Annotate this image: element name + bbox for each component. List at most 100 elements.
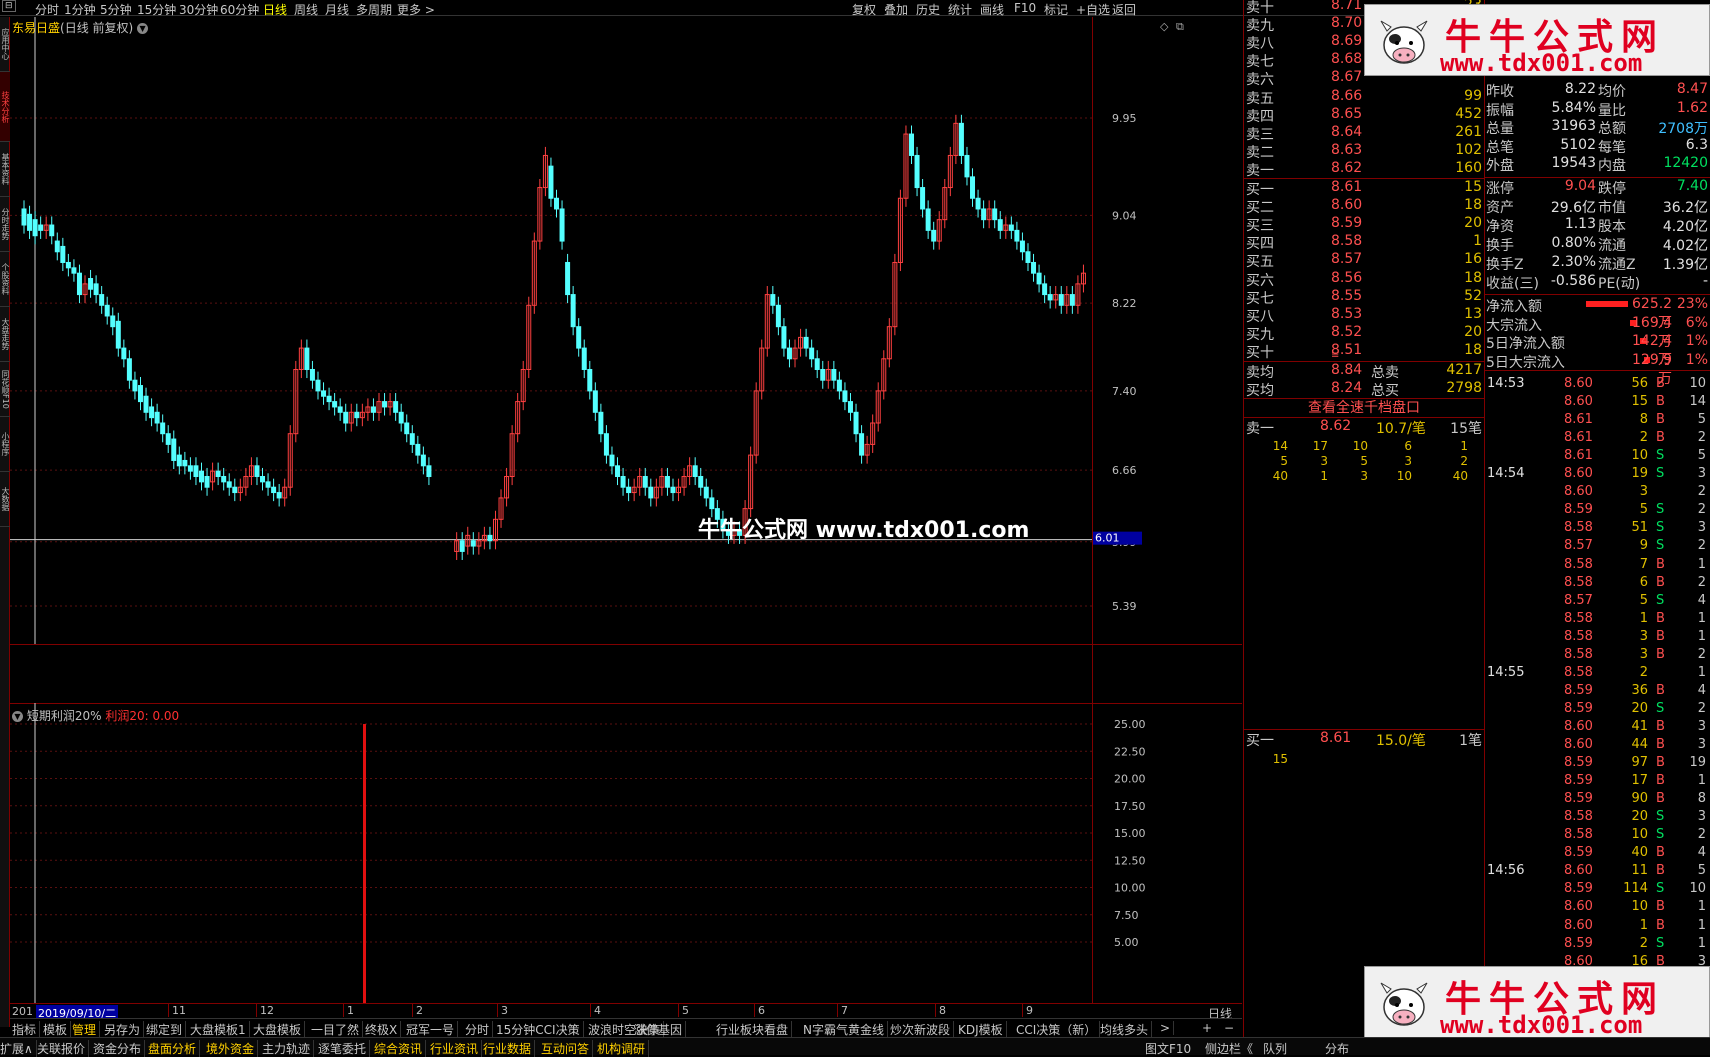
template-tab[interactable]: N字霸气黄金线 (803, 1021, 888, 1038)
period-tab[interactable]: 多周期 (356, 1, 392, 18)
tick-count: 1 (1697, 556, 1706, 572)
order-row[interactable]: 买七 8.55 52 (1246, 288, 1482, 307)
order-row[interactable]: 买十 8.51 18 (1246, 342, 1482, 361)
bottom-link[interactable]: 行业数据 (483, 1040, 536, 1057)
order-row[interactable]: 卖四 8.65 452 (1246, 106, 1482, 125)
tick-volume: 97 (1631, 755, 1648, 771)
toolbar-button[interactable]: 叠加 (884, 1, 908, 18)
order-row[interactable]: 买四 8.58 1 (1246, 233, 1482, 252)
template-tab[interactable]: 均线多头 (1100, 1021, 1153, 1038)
template-tab[interactable]: CCI决策（新） (1016, 1021, 1101, 1038)
period-tab[interactable]: 5分钟 (100, 1, 132, 18)
left-tab[interactable]: 大盘走势 (0, 307, 10, 362)
template-tab[interactable]: 涨停基因 (634, 1021, 687, 1038)
order-row[interactable]: 买一 8.61 15 (1246, 179, 1482, 198)
candle-body (260, 476, 266, 483)
template-tab[interactable]: 大盘模板 (253, 1021, 306, 1038)
chevron-down-icon[interactable]: ▼ (12, 711, 23, 722)
period-tab[interactable]: 1分钟 (64, 1, 96, 18)
toolbar-button[interactable]: 统计 (948, 1, 972, 18)
candle-body (38, 224, 44, 231)
bottom-link[interactable]: 盘面分析 (148, 1040, 201, 1057)
bottom-links-bar: 扩展∧ 关联报价 资金分布 盘面分析 境外资金 主力轨迹 逐笔委托 综合资讯 行业资讯 行业数据互… (0, 1037, 1710, 1057)
bottom-link[interactable]: 行业资讯 (430, 1040, 483, 1057)
zoom-in-button[interactable]: + (1202, 1021, 1212, 1035)
order-row[interactable]: 买三 8.59 20 (1246, 215, 1482, 234)
template-tab[interactable]: 指标 (12, 1021, 41, 1038)
bottom-link[interactable]: 逐笔委托 (318, 1040, 371, 1057)
toolbar-button[interactable]: +自选 (1076, 1, 1110, 18)
template-tab[interactable]: 终极X (365, 1021, 402, 1038)
toolbar-button[interactable]: F10 (1014, 1, 1036, 15)
order-row[interactable]: 买八 8.53 13 (1246, 306, 1482, 325)
template-tab[interactable]: KDJ模板 (958, 1021, 1007, 1038)
order-row[interactable]: 买二 8.60 18 (1246, 197, 1482, 216)
template-tab[interactable]: 模板 (43, 1021, 72, 1038)
toolbar-button[interactable]: 历史 (916, 1, 940, 18)
bottom-link[interactable]: 扩展∧ (0, 1040, 37, 1057)
left-tab[interactable]: 技术分析 (0, 72, 10, 142)
bottom-link[interactable]: 互动问答 (541, 1040, 594, 1057)
window-toggle-icon[interactable]: ⧉ (1176, 20, 1184, 34)
order-row[interactable]: 买五 8.57 16 (1246, 251, 1482, 270)
bottom-right-link[interactable]: 侧边栏《 (1205, 1040, 1253, 1057)
period-tab[interactable]: 60分钟 (220, 1, 259, 18)
bottom-link[interactable]: 机构调研 (597, 1040, 650, 1057)
bottom-link[interactable]: 主力轨迹 (262, 1040, 315, 1057)
template-tab[interactable]: 分时 (465, 1021, 494, 1038)
toolbar-button[interactable]: 画线 (980, 1, 1004, 18)
order-row[interactable]: 买九 8.52 20 (1246, 324, 1482, 343)
left-tab[interactable]: 小程序 (0, 417, 10, 472)
period-tab[interactable]: 更多 > (397, 1, 435, 18)
template-tab[interactable]: 大盘模板1 (190, 1021, 250, 1038)
full-depth-link[interactable]: 查看全速千档盘口 (1244, 398, 1484, 418)
period-tab[interactable]: 分时 (35, 1, 59, 18)
toolbar-button[interactable]: 返回 (1112, 1, 1136, 18)
tick-count: 10 (1689, 881, 1706, 897)
bottom-link[interactable]: 综合资讯 (374, 1040, 427, 1057)
bottom-right-link[interactable]: 图文F10 (1145, 1040, 1191, 1057)
bottom-link[interactable]: 境外资金 (206, 1040, 259, 1057)
left-tab[interactable]: 同花顺F10 (0, 362, 10, 417)
zoom-out-button[interactable]: − (1224, 1021, 1234, 1035)
toolbar-button[interactable]: 标记 (1044, 1, 1068, 18)
period-tab[interactable]: 月线 (325, 1, 349, 18)
order-row[interactable]: 卖一 8.62 160 (1246, 160, 1482, 179)
bottom-link[interactable]: 资金分布 (93, 1040, 146, 1057)
diamond-icon[interactable]: ◇ (1160, 20, 1168, 33)
left-tab[interactable]: 基本资料 (0, 142, 10, 197)
left-tab[interactable]: 应用中心 (0, 17, 10, 72)
menu-icon[interactable]: ⊟ (2, 0, 16, 12)
template-tab[interactable]: 冠军一号 (406, 1021, 459, 1038)
toolbar-button[interactable]: 复权 (852, 1, 876, 18)
chevron-down-icon[interactable]: ▼ (137, 23, 149, 34)
bottom-link[interactable]: 关联报价 (37, 1040, 90, 1057)
template-tab[interactable]: 绑定到 (146, 1021, 187, 1038)
left-tab[interactable]: 分时走势 (0, 197, 10, 252)
indicator-value: 利润20: 0.00 (105, 709, 180, 723)
template-tab[interactable]: 另存为 (104, 1021, 145, 1038)
period-tab[interactable]: 15分钟 (137, 1, 176, 18)
period-tab[interactable]: 日线 (263, 1, 287, 18)
order-row[interactable]: 买六 8.56 18 (1246, 270, 1482, 289)
template-tab[interactable]: 管理 (72, 1021, 101, 1038)
period-tab[interactable]: 周线 (294, 1, 318, 18)
bottom-right-link[interactable]: 分布 (1325, 1040, 1349, 1057)
template-tab[interactable]: 炒次新波段 (890, 1021, 955, 1038)
candle-body (309, 368, 315, 381)
order-row[interactable]: 卖五 8.66 99 (1246, 88, 1482, 107)
left-tab[interactable]: 大数据 (0, 472, 10, 527)
template-tab[interactable]: 行业板块看盘 (716, 1021, 793, 1038)
kline-chart[interactable]: 9.959.048.227.406.665.995.396.01 (10, 17, 1242, 703)
indicator-chart[interactable]: 25.00 22.50 20.00 17.50 15.00 12.50 10.00 7.50 5… (10, 703, 1242, 1003)
axis-line (1092, 17, 1093, 703)
flow-pct: 1% (1685, 351, 1708, 368)
left-tab[interactable]: 个股资料 (0, 252, 10, 307)
template-tab[interactable]: 15分钟CCI决策 (496, 1021, 584, 1038)
period-tab[interactable]: 30分钟 (179, 1, 218, 18)
template-tab[interactable]: > (1160, 1021, 1175, 1035)
template-tab[interactable]: 一目了然 (311, 1021, 364, 1038)
order-row[interactable]: 卖二 8.63 102 (1246, 142, 1482, 161)
bottom-right-link[interactable]: 队列 (1263, 1040, 1287, 1057)
order-row[interactable]: 卖三 8.64 261 (1246, 124, 1482, 143)
